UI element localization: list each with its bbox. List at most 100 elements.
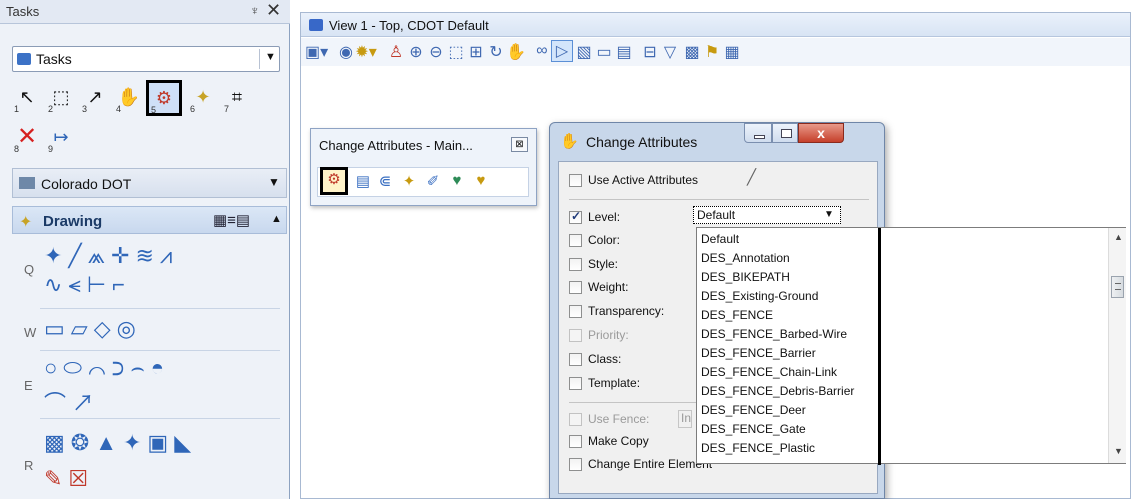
drawing-tools-row-3[interactable]: ▭▱◇◎ bbox=[44, 316, 142, 342]
drawing-tools-row-6[interactable]: ▩❂▲✦▣◣ bbox=[44, 430, 197, 456]
template-checkbox[interactable] bbox=[569, 377, 582, 390]
view-mode-icons[interactable]: ▦≡▤ bbox=[213, 211, 250, 229]
list-item[interactable]: DES_FENCE bbox=[701, 306, 773, 325]
view-rotation-icon[interactable]: ⊟ bbox=[639, 42, 661, 62]
extend-tool[interactable]: ⌗ 7 bbox=[222, 82, 252, 114]
tool-number: 5 bbox=[151, 105, 157, 115]
drawing-tools-row-1[interactable]: ✦╱⩕✛≋⩘ bbox=[44, 243, 178, 269]
vertical-scrollbar[interactable]: ▲ ▼ bbox=[1108, 228, 1126, 463]
modify-fill-icon[interactable]: ✦ bbox=[398, 172, 420, 190]
chevron-down-icon[interactable]: ▼ bbox=[824, 209, 834, 220]
scroll-down-icon[interactable]: ▼ bbox=[1114, 446, 1123, 456]
pan-view-icon[interactable]: ✋ bbox=[505, 42, 527, 62]
make-copy-checkbox[interactable] bbox=[569, 435, 582, 448]
list-item[interactable]: DES_BIKEPATH bbox=[701, 268, 790, 287]
scroll-up-icon[interactable]: ▲ bbox=[1114, 232, 1123, 242]
list-item[interactable]: DES_Existing-Ground bbox=[701, 287, 818, 306]
level-dropdown-list[interactable]: Default DES_Annotation DES_BIKEPATH DES_… bbox=[696, 227, 1126, 465]
transparency-checkbox[interactable] bbox=[569, 305, 582, 318]
list-item[interactable]: Default bbox=[701, 230, 739, 249]
tool-number: 2 bbox=[48, 104, 54, 114]
list-item[interactable]: DES_FENCE_Debris-Barrier bbox=[701, 382, 854, 401]
minimize-button[interactable] bbox=[744, 123, 772, 143]
window-area-icon[interactable]: ⬚ bbox=[445, 42, 467, 62]
zoom-out-icon[interactable]: ⊖ bbox=[425, 42, 447, 62]
list-item[interactable]: DES_FENCE_Chain-Link bbox=[701, 363, 837, 382]
drawing-tools-row-4[interactable]: ○⬭⌒⊃⌢◓ bbox=[44, 355, 170, 381]
row-separator bbox=[40, 418, 280, 419]
style-checkbox[interactable] bbox=[569, 258, 582, 271]
list-item[interactable]: DES_Annotation bbox=[701, 249, 790, 268]
maximize-button[interactable] bbox=[772, 123, 798, 143]
list-item[interactable]: DES_FENCE_Plastic bbox=[701, 439, 815, 458]
clip-volume-icon[interactable]: ▤ bbox=[613, 42, 635, 62]
level-select[interactable]: Default ▼ bbox=[693, 206, 841, 224]
tool-number: 1 bbox=[14, 104, 20, 114]
match-attributes-tool[interactable]: ✦ 6 bbox=[188, 82, 218, 114]
walk-icon[interactable]: ∞ bbox=[531, 42, 553, 60]
chevron-up-icon[interactable]: ▲ bbox=[271, 213, 282, 225]
list-item[interactable]: DES_FENCE_Gate bbox=[701, 420, 806, 439]
fence-tool[interactable]: ⬚ 2 bbox=[46, 82, 76, 114]
use-fence-label: Use Fence: bbox=[588, 412, 650, 426]
tasks-dropdown[interactable]: Tasks ▼ bbox=[12, 46, 280, 72]
class-checkbox[interactable] bbox=[569, 353, 582, 366]
list-item[interactable]: DES_FENCE_Barbed-Wire bbox=[701, 325, 847, 344]
scrollbar-thumb[interactable] bbox=[1111, 276, 1124, 298]
delete-tool[interactable]: ✕ 8 bbox=[12, 122, 42, 154]
element-selection-tool[interactable]: ↖ 1 bbox=[12, 82, 42, 114]
drawing-tools-row-2[interactable]: ∿⪪⊢⌐ bbox=[44, 272, 131, 298]
dialog-title: Change Attributes bbox=[586, 134, 698, 150]
move-tool[interactable]: ↗ 3 bbox=[80, 82, 110, 114]
extend-icon: ⌗ bbox=[231, 87, 243, 107]
clip-mask-icon[interactable]: ▽ bbox=[659, 42, 681, 62]
list-item[interactable]: DES_FENCE_Barrier bbox=[701, 344, 816, 363]
drawing-icon: ✦ bbox=[19, 214, 33, 231]
view-next-icon[interactable]: ▧ bbox=[573, 42, 595, 62]
close-button[interactable]: x bbox=[798, 123, 844, 143]
fit-view-icon[interactable]: ⊞ bbox=[465, 42, 487, 62]
view-attributes-icon[interactable]: ▣▾ bbox=[305, 42, 328, 62]
chevron-down-icon[interactable]: ▼ bbox=[265, 51, 276, 63]
display-style-icon[interactable]: ◉ bbox=[335, 42, 357, 62]
use-active-attributes-checkbox[interactable] bbox=[569, 174, 582, 187]
match-attributes-icon[interactable]: ♥ bbox=[446, 172, 468, 189]
level-select-value: Default bbox=[697, 208, 736, 222]
camera-icon[interactable]: ▩ bbox=[681, 42, 703, 62]
pin-icon[interactable]: ♆ bbox=[250, 3, 260, 18]
chevron-down-icon[interactable]: ▼ bbox=[268, 175, 280, 189]
change-attributes-toolbox[interactable]: Change Attributes - Main... ⊠ ⚙ ▤ ⋐ ✦ ✐ … bbox=[310, 128, 537, 206]
measure-tool[interactable]: ↦ 9 bbox=[46, 122, 76, 154]
tasks-dropdown-label: Tasks bbox=[36, 51, 72, 67]
color-checkbox[interactable] bbox=[569, 234, 582, 247]
change-entire-element-checkbox[interactable] bbox=[569, 458, 582, 471]
change-multiline-icon[interactable]: ▤ bbox=[352, 172, 374, 190]
lighting-icon[interactable]: ✹▾ bbox=[355, 42, 377, 62]
toggle-icon[interactable]: ▦ bbox=[721, 42, 743, 62]
saved-view-icon[interactable]: ⚑ bbox=[701, 42, 723, 62]
tool-number: 6 bbox=[190, 104, 196, 114]
copy-view-icon[interactable]: ▭ bbox=[593, 42, 615, 62]
change-symbology-icon[interactable]: ✐ bbox=[422, 172, 444, 190]
change-attributes-tool[interactable]: ⚙ 5 bbox=[146, 80, 182, 116]
drawing-tools-row-5[interactable]: ⌒↗ bbox=[44, 386, 100, 418]
view-previous-icon[interactable]: ▷ bbox=[551, 40, 573, 62]
weight-checkbox[interactable] bbox=[569, 281, 582, 294]
colorado-dot-section[interactable]: Colorado DOT ▼ bbox=[12, 168, 287, 198]
change-attributes-icon[interactable]: ⚙ bbox=[320, 167, 348, 195]
rotate-view-icon[interactable]: ↻ bbox=[485, 42, 507, 62]
drawing-tools-row-7[interactable]: ✎☒ bbox=[44, 466, 94, 492]
level-checkbox[interactable] bbox=[569, 209, 582, 224]
eyedropper-icon[interactable]: ╱ bbox=[747, 168, 756, 186]
pan-tool[interactable]: ✋ 4 bbox=[114, 82, 144, 114]
close-icon[interactable]: ⊠ bbox=[511, 137, 528, 152]
priority-checkbox bbox=[569, 329, 582, 342]
tool-number: 7 bbox=[224, 104, 230, 114]
change-element-icon[interactable]: ⋐ bbox=[374, 172, 396, 190]
close-icon[interactable]: ✕ bbox=[266, 0, 281, 21]
drawing-section-header[interactable]: ✦ Drawing ▦≡▤ ▲ bbox=[12, 206, 287, 234]
list-item[interactable]: DES_FENCE_Deer bbox=[701, 401, 806, 420]
update-view-icon[interactable]: ♙ bbox=[385, 42, 407, 62]
match-element-icon[interactable]: ♥ bbox=[470, 172, 492, 189]
zoom-in-icon[interactable]: ⊕ bbox=[405, 42, 427, 62]
